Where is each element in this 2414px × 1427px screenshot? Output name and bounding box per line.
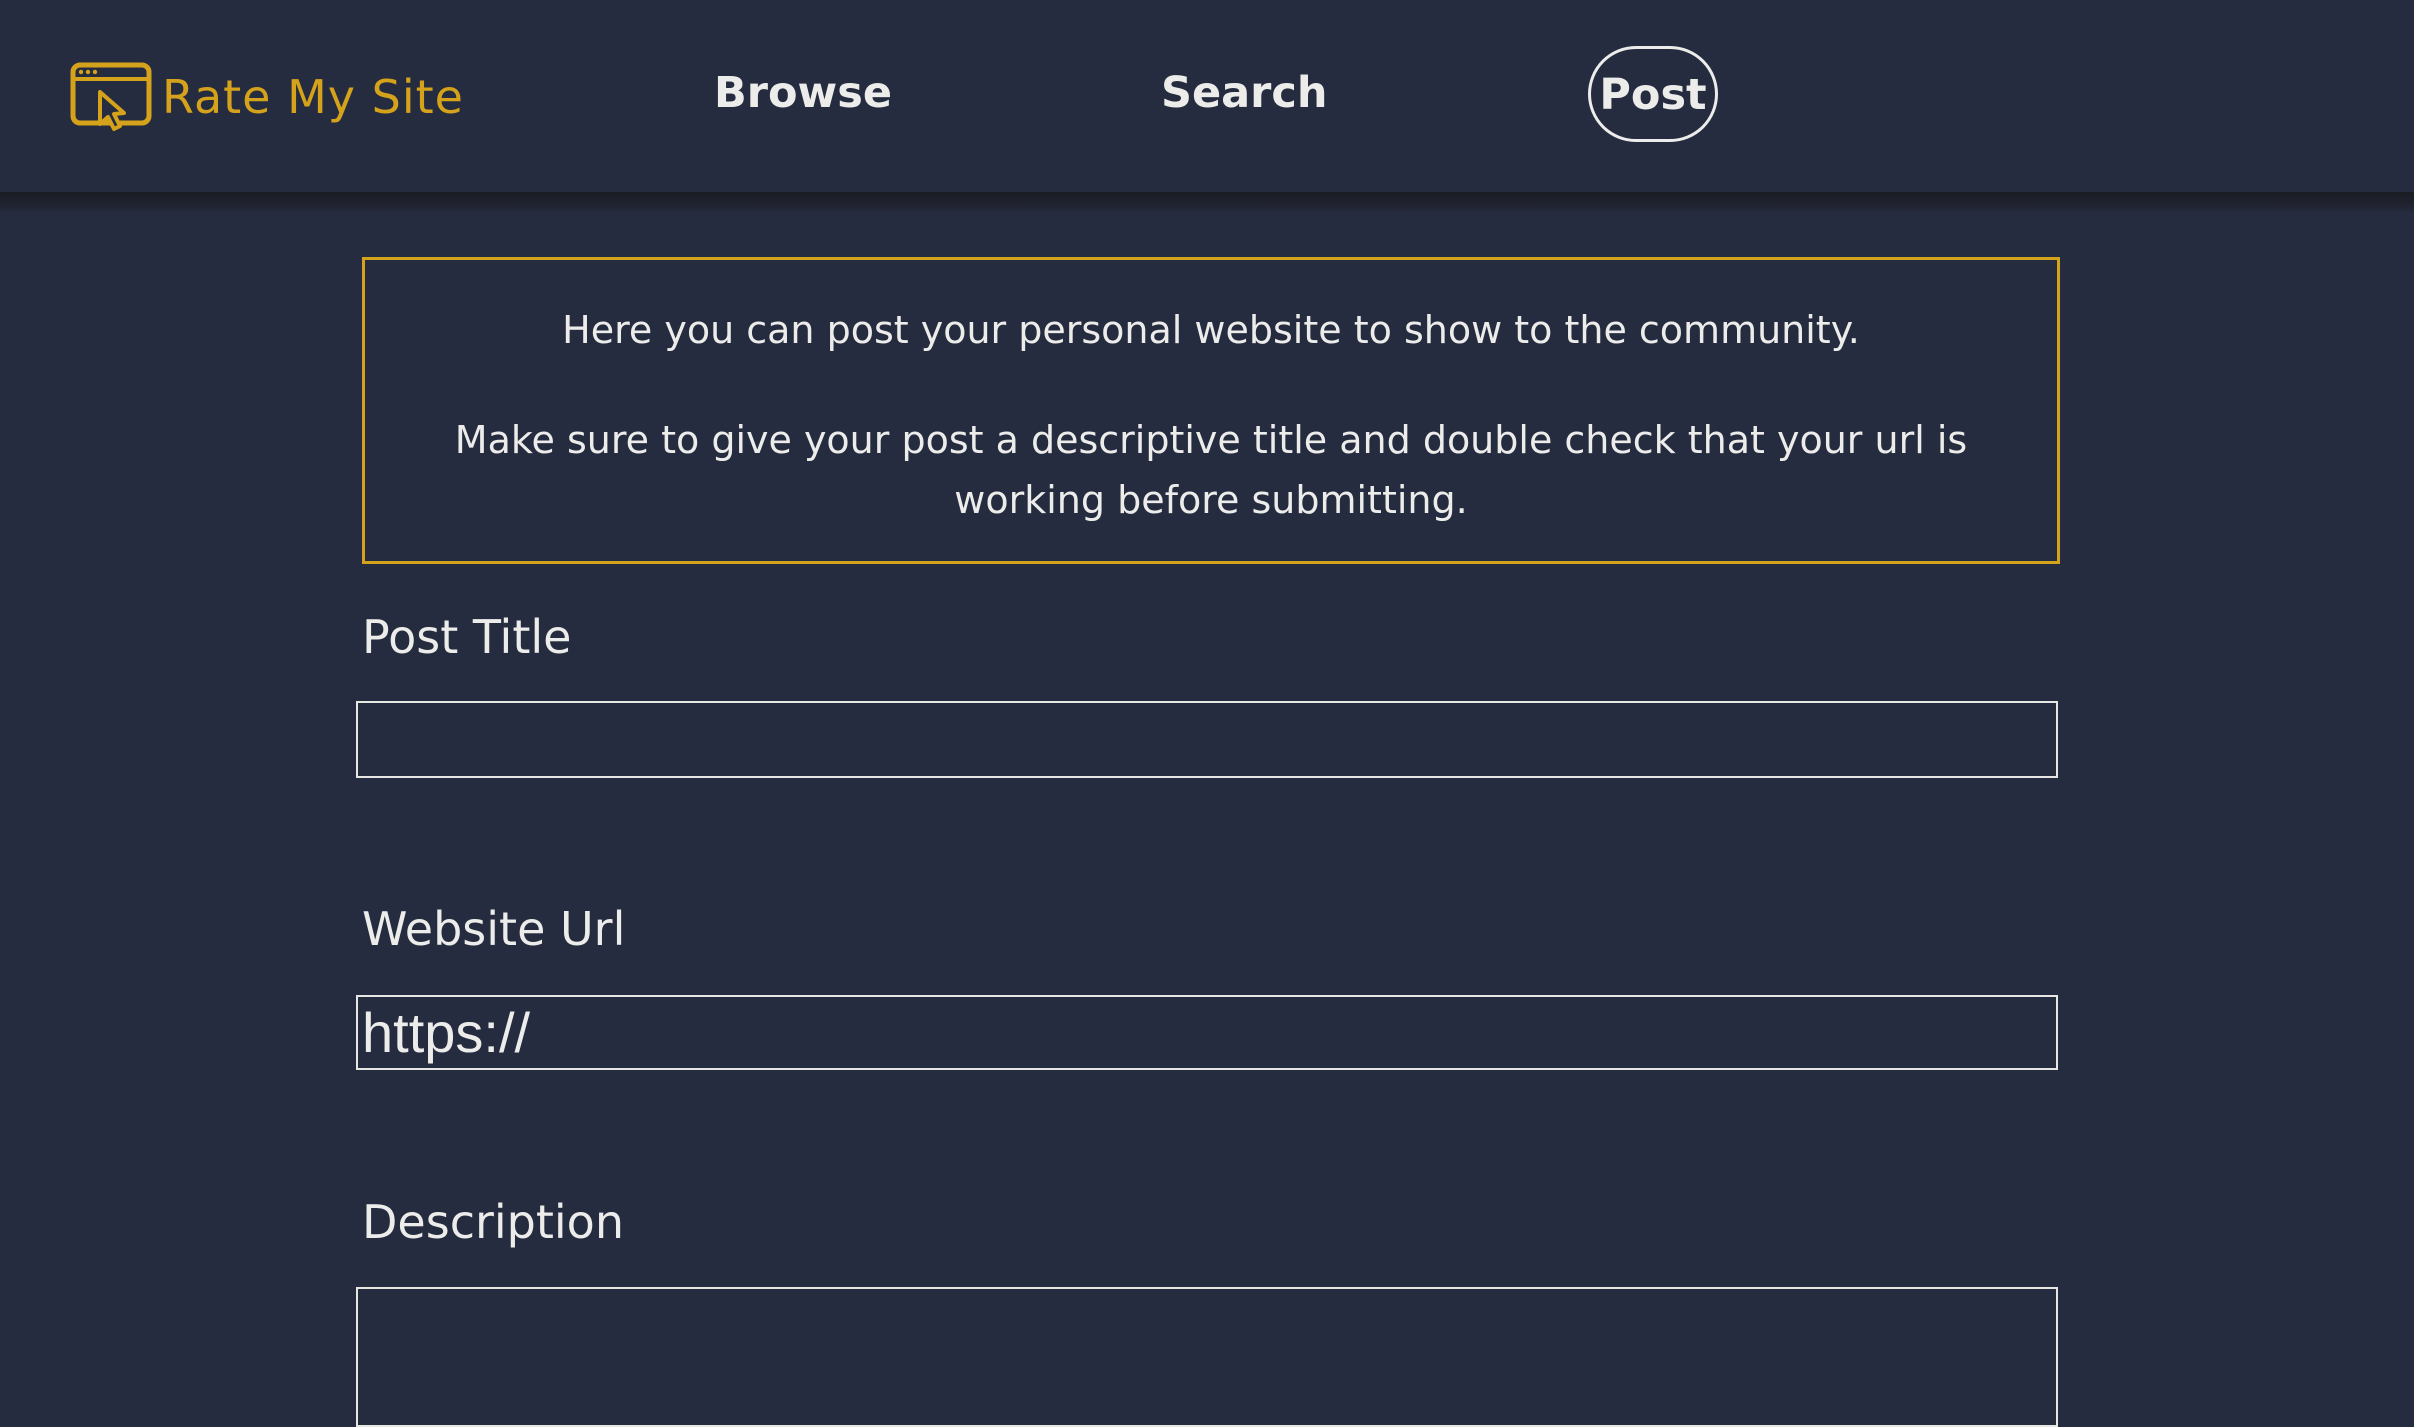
info-text-instructions: Make sure to give your post a descriptiv… — [454, 418, 1968, 522]
post-title-label: Post Title — [362, 610, 572, 664]
website-url-input[interactable] — [356, 995, 2058, 1070]
info-box: Here you can post your personal website … — [362, 257, 2060, 564]
navbar-shadow — [0, 192, 2414, 214]
nav-search-link[interactable]: Search — [1161, 62, 1327, 124]
navbar: Rate My Site Browse Search Post — [0, 0, 2414, 192]
info-text-intro: Here you can post your personal website … — [562, 308, 1860, 352]
post-title-input[interactable] — [356, 701, 2058, 778]
nav-browse-link[interactable]: Browse — [714, 62, 892, 124]
website-url-label: Website Url — [362, 902, 626, 956]
description-textarea[interactable] — [356, 1287, 2058, 1427]
nav-post-link[interactable]: Post — [1588, 46, 1718, 142]
description-label: Description — [362, 1195, 624, 1249]
brand-name: Rate My Site — [162, 70, 464, 124]
browser-cursor-icon — [70, 62, 152, 131]
brand-logo-link[interactable]: Rate My Site — [70, 62, 464, 132]
